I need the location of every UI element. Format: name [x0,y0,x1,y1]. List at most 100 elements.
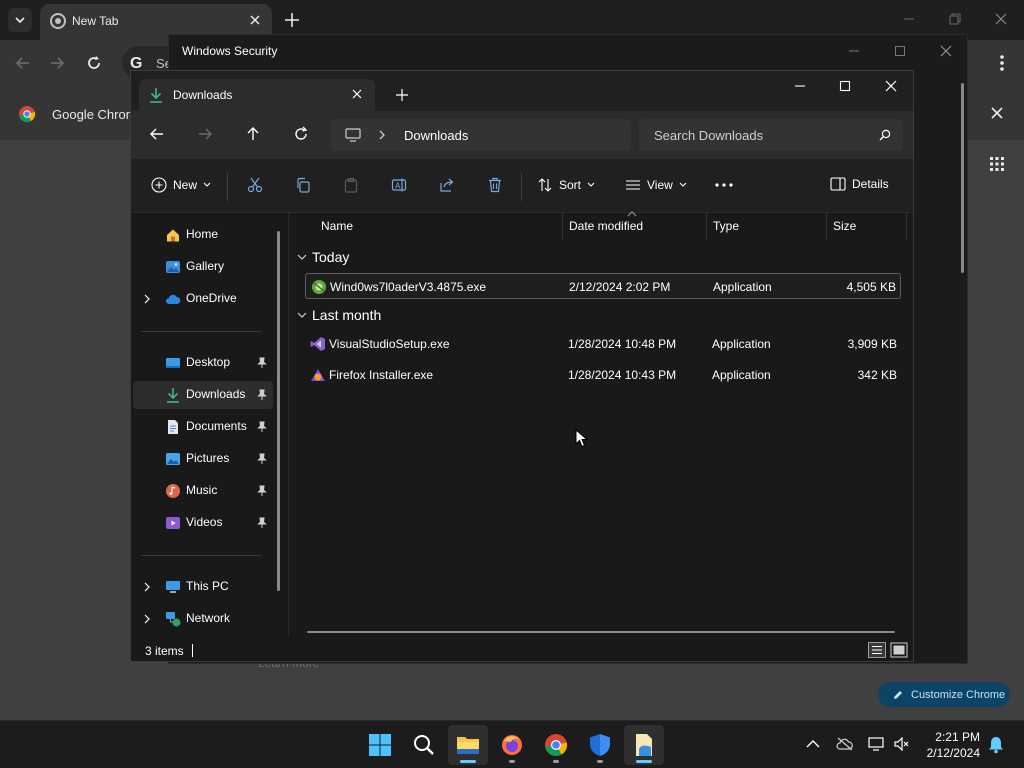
reload-icon[interactable] [85,54,103,72]
videos-icon [166,517,180,529]
new-tab-button[interactable] [282,10,302,30]
forward-icon[interactable] [48,54,66,72]
taskbar-chrome[interactable] [536,725,576,765]
chevron-right-icon[interactable] [143,294,151,304]
minimize-icon[interactable] [847,45,861,57]
sidebar-item-pictures[interactable]: Pictures [133,445,273,473]
navigation-pane: Home Gallery OneDrive Desktop Downloads … [131,213,285,637]
more-menu-icon[interactable] [994,54,1010,72]
group-header-last-month[interactable]: Last month [297,307,381,323]
close-icon[interactable] [994,12,1008,26]
cut-icon[interactable] [247,177,263,193]
address-bar[interactable]: Downloads [331,119,631,151]
sidebar-item-videos[interactable]: Videos [133,509,273,537]
group-header-today[interactable]: Today [297,249,349,265]
view-list-icon [626,180,640,190]
onedrive-offline-icon[interactable] [836,737,854,751]
pin-icon[interactable] [257,421,267,433]
new-tab-button[interactable] [395,88,409,102]
sidebar-item-network[interactable]: Network [133,605,273,633]
apps-grid-icon[interactable] [990,157,1004,171]
notification-bell-icon[interactable] [988,736,1004,754]
active-indicator [460,760,476,763]
taskbar-file-explorer[interactable] [448,725,488,765]
sidebar-item-desktop[interactable]: Desktop [133,349,273,377]
delete-icon[interactable] [487,177,503,193]
sidebar-item-gallery[interactable]: Gallery [133,253,273,281]
forward-icon[interactable] [197,126,213,142]
network-icon[interactable] [868,736,886,752]
volume-muted-icon[interactable] [894,737,910,751]
divider [141,331,261,332]
sidebar-item-thispc[interactable]: This PC [133,573,273,601]
copy-icon[interactable] [295,177,311,193]
chevron-right-icon[interactable] [143,614,151,624]
column-header-date[interactable]: Date modified [569,219,643,233]
divider [521,173,522,201]
horizontal-scrollbar[interactable] [307,631,895,633]
scrollbar[interactable] [961,83,964,273]
taskbar-windows-security[interactable] [580,725,620,765]
sidebar-item-label: Network [186,611,231,625]
column-header-type[interactable]: Type [713,219,739,233]
up-icon[interactable] [245,126,261,142]
close-icon[interactable] [884,79,898,93]
back-icon[interactable] [14,54,32,72]
sidebar-item-music[interactable]: Music [133,477,273,505]
pin-icon[interactable] [257,453,267,465]
network-icon [166,612,181,627]
restore-icon[interactable] [948,12,962,26]
close-icon[interactable] [990,106,1004,120]
new-button[interactable]: New [151,177,211,193]
tab-search-button[interactable] [8,8,32,32]
breadcrumb: Downloads [404,128,469,143]
more-options-icon[interactable] [715,183,733,187]
pin-icon[interactable] [257,389,267,401]
maximize-icon[interactable] [893,45,907,57]
chevron-up-icon[interactable] [806,739,820,749]
search-button[interactable] [404,725,444,765]
tiles-view-icon[interactable] [890,642,908,658]
rename-icon[interactable]: A [391,177,407,193]
pin-icon[interactable] [257,357,267,369]
sidebar-item-home[interactable]: Home [133,221,273,249]
file-row[interactable]: Wind0ws7l0aderV3.4875.exe 2/12/2024 2:02… [305,273,901,299]
close-icon[interactable] [939,45,953,57]
maximize-icon[interactable] [838,79,852,93]
refresh-icon[interactable] [293,126,309,142]
system-clock[interactable]: 2:21 PM 2/12/2024 [918,729,980,761]
sidebar-item-documents[interactable]: Documents [133,413,273,441]
minimize-icon[interactable] [793,79,807,93]
chevron-right-icon[interactable] [143,582,151,592]
pin-icon[interactable] [257,485,267,497]
details-view-icon[interactable] [868,642,886,658]
search-input[interactable]: Search Downloads [639,119,903,151]
sidebar-item-onedrive[interactable]: OneDrive [133,285,273,313]
sort-button[interactable]: Sort [537,177,595,193]
sidebar-item-downloads[interactable]: Downloads [133,381,273,409]
back-icon[interactable] [149,126,165,142]
paste-icon[interactable] [343,177,359,193]
scrollbar[interactable] [277,231,280,591]
column-header-name[interactable]: Name [321,219,353,233]
share-icon[interactable] [439,177,455,193]
minimize-icon[interactable] [902,12,916,26]
details-button[interactable]: Details [830,177,889,191]
column-header-size[interactable]: Size [833,219,856,233]
tab-downloads[interactable]: Downloads [139,79,375,111]
taskbar-firefox[interactable] [492,725,532,765]
bookmark-google-chrome[interactable]: Google Chrome [18,105,144,123]
close-icon[interactable] [248,13,262,27]
view-button[interactable]: View [625,177,687,193]
close-icon[interactable] [351,88,363,100]
windows-logo-icon [369,734,391,756]
explorer-navbar: Downloads Search Downloads [131,111,913,159]
file-date: 1/28/2024 10:48 PM [568,337,677,351]
start-button[interactable] [360,725,400,765]
pin-icon[interactable] [257,517,267,529]
cloud-icon [166,294,181,304]
file-row[interactable]: VisualStudioSetup.exe 1/28/2024 10:48 PM… [305,331,901,357]
file-row[interactable]: Firefox Installer.exe 1/28/2024 10:43 PM… [305,362,901,388]
customize-chrome-button[interactable]: Customize Chrome [878,682,1010,707]
taskbar-downloads-app[interactable] [624,725,664,765]
